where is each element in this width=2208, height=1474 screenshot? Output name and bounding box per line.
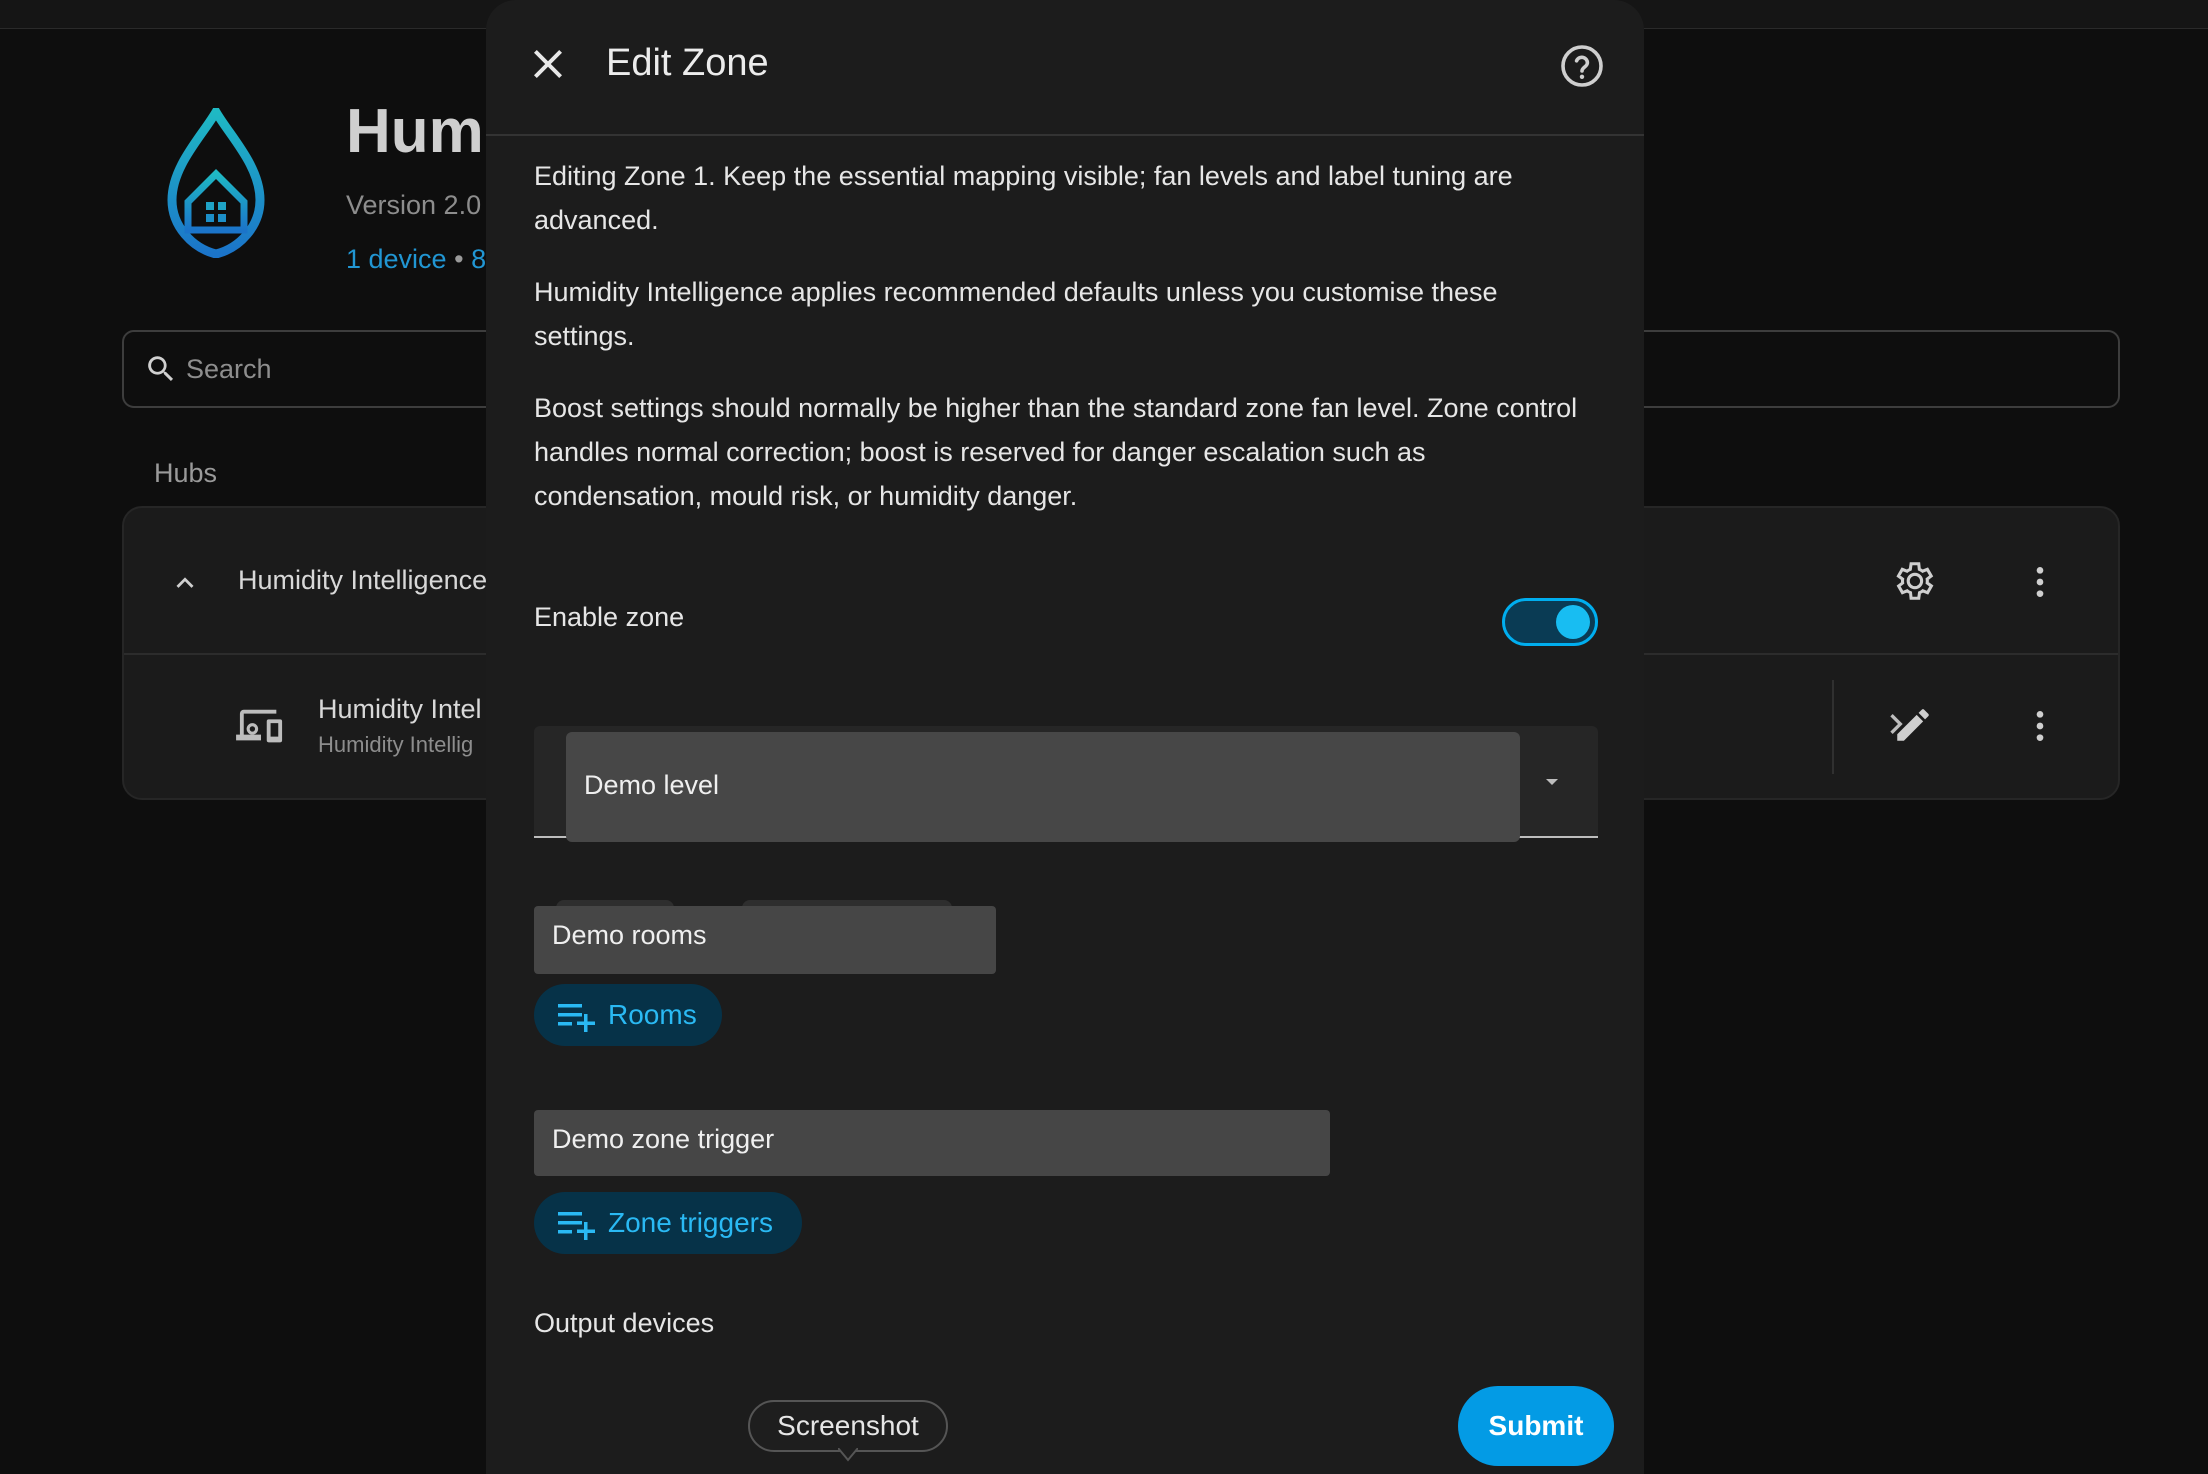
device-links: 1 device • 8 bbox=[346, 244, 486, 275]
enable-zone-toggle[interactable] bbox=[1502, 598, 1598, 646]
level-select[interactable]: Demo level bbox=[534, 726, 1598, 842]
intro-paragraph: Editing Zone 1. Keep the essential mappi… bbox=[534, 161, 1513, 235]
hub-name[interactable]: Humidity Intelligence bbox=[238, 565, 487, 596]
tooltip-tail bbox=[838, 1448, 858, 1462]
level-select-value: Demo level bbox=[584, 770, 720, 800]
rooms-selection-text: Demo rooms bbox=[552, 920, 707, 950]
devices-icon bbox=[236, 709, 283, 743]
add-rooms-button[interactable]: Rooms bbox=[534, 984, 722, 1046]
output-devices-label: Output devices bbox=[534, 1308, 715, 1338]
add-zone-triggers-button[interactable]: Zone triggers bbox=[534, 1192, 802, 1254]
chevron-up-icon[interactable] bbox=[168, 566, 202, 600]
devices-link[interactable]: 1 device bbox=[346, 244, 447, 274]
close-icon[interactable] bbox=[524, 40, 572, 88]
gear-icon[interactable] bbox=[1890, 558, 1936, 604]
add-zone-triggers-label: Zone triggers bbox=[608, 1207, 773, 1238]
row-divider bbox=[1832, 680, 1834, 774]
device-name[interactable]: Humidity Intel bbox=[318, 694, 482, 725]
help-icon[interactable] bbox=[1558, 42, 1606, 90]
edit-zone-dialog: Edit Zone Editing Zone 1. Keep the essen… bbox=[486, 0, 1644, 1474]
dialog-title: Edit Zone bbox=[606, 42, 769, 84]
app-title: Hum bbox=[346, 97, 484, 166]
level-select-field[interactable]: Demo level bbox=[566, 732, 1520, 842]
playlist-add-icon bbox=[558, 1004, 595, 1032]
hubs-heading: Hubs bbox=[154, 458, 218, 488]
rooms-selection[interactable]: Demo rooms bbox=[534, 906, 996, 974]
device-subtitle: Humidity Intellig bbox=[318, 732, 474, 757]
enable-zone-label: Enable zone bbox=[534, 602, 685, 632]
pencil-icon[interactable] bbox=[1892, 704, 1934, 746]
humidity-logo-icon bbox=[167, 108, 265, 258]
more-vert-icon[interactable] bbox=[2020, 704, 2060, 748]
version-text: Version 2.0 bbox=[346, 190, 482, 220]
link-separator: • bbox=[454, 244, 464, 274]
toggle-knob bbox=[1556, 605, 1590, 639]
search-input[interactable]: Search bbox=[186, 354, 272, 385]
more-vert-icon[interactable] bbox=[2020, 560, 2060, 604]
defaults-paragraph: Humidity Intelligence applies recommende… bbox=[534, 277, 1498, 351]
dropdown-arrow-icon[interactable] bbox=[1538, 774, 1566, 790]
screenshot-tooltip: Screenshot bbox=[748, 1400, 948, 1452]
dialog-header: Edit Zone bbox=[486, 0, 1644, 136]
boost-paragraph: Boost settings should normally be higher… bbox=[534, 393, 1578, 511]
search-icon bbox=[148, 356, 174, 382]
entities-link[interactable]: 8 bbox=[471, 244, 486, 274]
playlist-add-icon bbox=[558, 1212, 595, 1240]
submit-button[interactable]: Submit bbox=[1458, 1386, 1614, 1466]
zone-trigger-selection-text: Demo zone trigger bbox=[552, 1124, 775, 1154]
zone-trigger-selection[interactable]: Demo zone trigger bbox=[534, 1110, 1330, 1176]
add-rooms-label: Rooms bbox=[608, 999, 697, 1030]
